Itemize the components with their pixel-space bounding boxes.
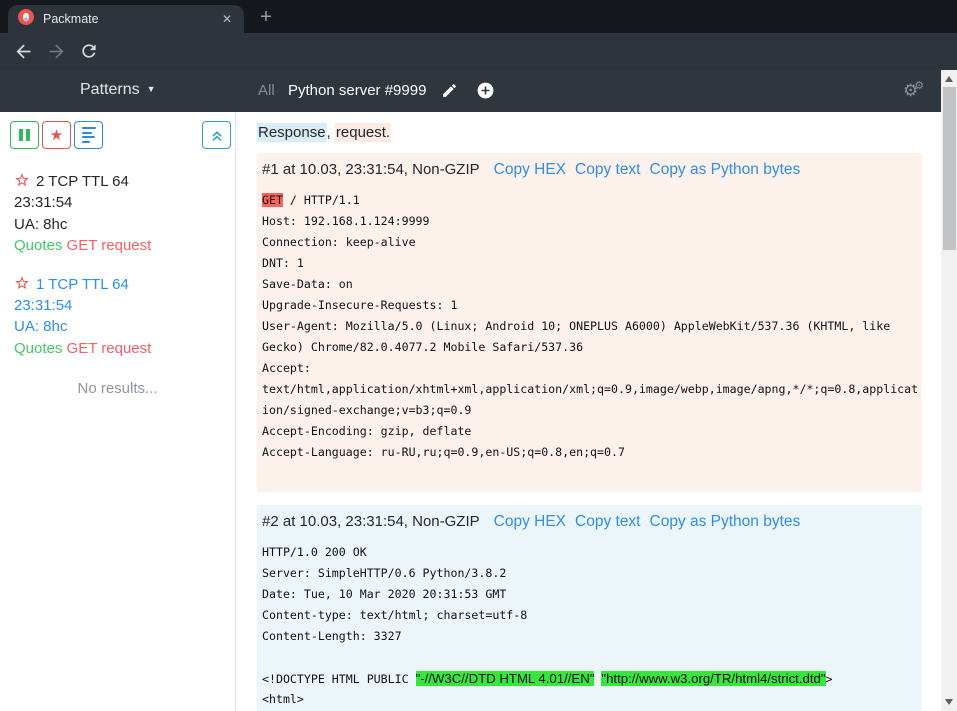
settings-gears-icon[interactable]: ⚙⚙ — [903, 79, 924, 101]
screen: Packmate ✕ + Не защищено 192.168.1.124:6… — [0, 0, 957, 711]
packet-body: HTTP/1.0 200 OKServer: SimpleHTTP/0.6 Py… — [262, 542, 917, 710]
align-left-icon — [82, 127, 96, 143]
sidebar-item[interactable]: 2 TCP TTL 64 23:31:54UA: 8hc Quotes GET re… — [0, 170, 235, 257]
legend: Response, request. — [257, 124, 941, 141]
main-content: Response, request. #1 at 10.03, 23:31:54… — [237, 112, 941, 711]
copy-action-link[interactable]: Copy HEX — [494, 161, 566, 179]
copy-action-link[interactable]: Copy as Python bytes — [650, 513, 801, 531]
packet-card-request: #1 at 10.03, 23:31:54, Non-GZIP Copy HEX C… — [257, 153, 922, 492]
item-pattern-primary: Quotes — [14, 340, 62, 357]
item-pattern-secondary: GET request — [67, 237, 152, 254]
no-results-text: No results... — [0, 380, 235, 397]
copy-action-link[interactable]: Copy as Python bytes — [650, 161, 801, 179]
copy-action-link[interactable]: Copy text — [575, 161, 640, 179]
browser-tab[interactable]: Packmate ✕ — [8, 5, 244, 33]
tab-title: Packmate — [43, 12, 220, 26]
copy-action-link[interactable]: Copy HEX — [494, 513, 566, 531]
favorites-filter-button[interactable]: ★ — [42, 121, 71, 149]
browser-tabstrip: Packmate ✕ + — [0, 0, 957, 33]
sidebar: ★ 2 TCP TTL 6423:31:54UA: 8hcQuotes GET … — [0, 112, 236, 711]
app-header: Patterns▼ All Python server #9999 ⚙⚙ — [0, 70, 957, 112]
edit-pattern-icon[interactable] — [441, 82, 458, 104]
packet-body: GET / HTTP/1.1Host: 192.168.1.124:9999Co… — [262, 190, 917, 484]
item-time: 23:31:54 — [14, 192, 221, 213]
packmate-favicon-icon — [18, 9, 34, 30]
back-icon[interactable] — [13, 41, 34, 62]
item-title: 1 TCP TTL 64 — [36, 276, 129, 293]
scrollbar-thumb[interactable] — [943, 87, 956, 250]
double-chevron-up-icon — [209, 127, 225, 143]
item-time: 23:31:54 — [14, 295, 221, 316]
tab-all[interactable]: All — [258, 82, 275, 99]
copy-action-link[interactable]: Copy text — [575, 513, 640, 531]
packet-card-response: #2 at 10.03, 23:31:54, Non-GZIP Copy HEX C… — [257, 505, 922, 711]
pause-capture-button[interactable] — [10, 121, 39, 149]
legend-segment: Response — [257, 123, 327, 142]
item-ua: UA: 8hc — [14, 214, 221, 235]
scroll-up-arrow[interactable] — [945, 76, 953, 82]
add-pattern-icon[interactable] — [476, 81, 495, 105]
legend-segment: , — [327, 124, 335, 141]
star-outline-icon[interactable] — [14, 275, 30, 297]
reload-icon[interactable] — [79, 41, 100, 62]
item-ua: UA: 8hc — [14, 316, 221, 337]
tab-current-pattern[interactable]: Python server #9999 — [288, 82, 426, 99]
sidebar-list: 2 TCP TTL 6423:31:54UA: 8hcQuotes GET re… — [0, 170, 235, 359]
collapse-sidebar-button[interactable] — [202, 121, 231, 149]
star-outline-icon[interactable] — [14, 172, 30, 194]
packet-header: #1 at 10.03, 23:31:54, Non-GZIP — [262, 161, 480, 178]
sidebar-item[interactable]: 1 TCP TTL 64 23:31:54UA: 8hc Quotes GET re… — [0, 273, 235, 360]
item-title: 2 TCP TTL 64 — [36, 173, 129, 190]
item-pattern-primary: Quotes — [14, 237, 62, 254]
browser-toolbar: Не защищено 192.168.1.124:65000/#/9999/1 — [0, 33, 957, 70]
filter-lines-button[interactable] — [74, 121, 103, 149]
item-pattern-secondary: GET request — [67, 340, 152, 357]
legend-segment: request. — [335, 123, 391, 142]
sidebar-toolbar: ★ — [0, 121, 235, 149]
patterns-menu[interactable]: Patterns▼ — [80, 81, 156, 99]
chevron-down-icon: ▼ — [147, 84, 156, 94]
packet-header: #2 at 10.03, 23:31:54, Non-GZIP — [262, 513, 480, 530]
forward-icon[interactable] — [46, 41, 67, 62]
page-scrollbar[interactable] — [941, 70, 957, 711]
tab-close-icon[interactable]: ✕ — [220, 12, 234, 26]
packet-list: #1 at 10.03, 23:31:54, Non-GZIP Copy HEX C… — [237, 153, 941, 711]
scroll-down-arrow[interactable] — [945, 699, 953, 705]
new-tab-button[interactable]: + — [254, 6, 278, 30]
